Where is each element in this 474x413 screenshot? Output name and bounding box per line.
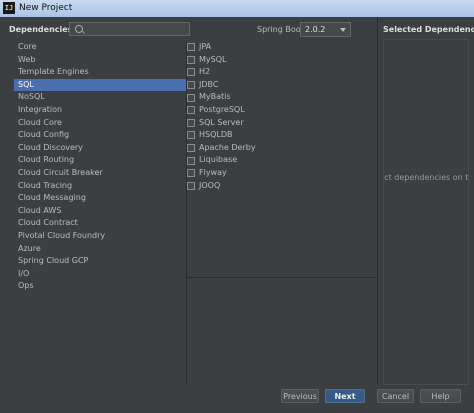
category-item[interactable]: Integration bbox=[14, 104, 186, 117]
dependency-item[interactable]: JOOQ bbox=[187, 180, 375, 193]
category-item[interactable]: Cloud Config bbox=[14, 129, 186, 142]
dependency-label: MyBatis bbox=[199, 92, 231, 102]
dependency-item[interactable]: Liquibase bbox=[187, 154, 375, 167]
category-item[interactable]: Cloud Messaging bbox=[14, 192, 186, 205]
dependency-item[interactable]: JDBC bbox=[187, 79, 375, 92]
previous-button[interactable]: Previous bbox=[281, 389, 319, 403]
dependency-item[interactable]: SQL Server bbox=[187, 117, 375, 130]
dependency-item[interactable]: MySQL bbox=[187, 54, 375, 67]
category-item[interactable]: Web bbox=[14, 54, 186, 67]
dependency-item[interactable]: HSQLDB bbox=[187, 129, 375, 142]
search-icon bbox=[75, 25, 83, 33]
category-item[interactable]: Cloud Routing bbox=[14, 154, 186, 167]
dependency-label: Apache Derby bbox=[199, 142, 256, 152]
dependency-checkbox[interactable] bbox=[187, 131, 195, 140]
dependency-label: JOOQ bbox=[199, 180, 221, 190]
dependency-label: SQL Server bbox=[199, 117, 244, 127]
app-icon: IJ bbox=[3, 2, 15, 14]
category-item[interactable]: Cloud Contract bbox=[14, 217, 186, 230]
dependency-label: MySQL bbox=[199, 54, 227, 64]
spring-boot-version-select[interactable]: 2.0.2 bbox=[300, 22, 351, 37]
button-bar: Previous Next Cancel Help bbox=[0, 386, 474, 413]
dependency-label: HSQLDB bbox=[199, 130, 233, 140]
category-item[interactable]: SQL bbox=[14, 78, 186, 92]
selected-dependencies-panel: Selected Dependencies ıct dependencies o… bbox=[377, 17, 474, 385]
dependency-label: Liquibase bbox=[199, 155, 238, 165]
next-button[interactable]: Next bbox=[325, 389, 365, 403]
dependency-checkbox[interactable] bbox=[187, 81, 195, 90]
chevron-down-icon bbox=[340, 28, 346, 32]
dependency-item[interactable]: JPA bbox=[187, 41, 375, 54]
dependency-list: JPA MySQL H2 JDBC MyBatis PostgreSQL SQL Serve… bbox=[187, 41, 375, 278]
dependency-item[interactable]: Flyway bbox=[187, 167, 375, 180]
category-item[interactable]: I/O bbox=[14, 268, 186, 281]
category-item[interactable]: NoSQL bbox=[14, 91, 186, 104]
spring-boot-label: Spring Boot bbox=[257, 25, 304, 34]
dependency-checkbox[interactable] bbox=[187, 156, 195, 165]
dependency-label: JPA bbox=[199, 42, 212, 51]
category-item[interactable]: Pivotal Cloud Foundry bbox=[14, 230, 186, 243]
selected-dependencies-title: Selected Dependencies bbox=[383, 25, 474, 34]
window-title: New Project bbox=[19, 3, 73, 13]
dependency-item[interactable]: PostgreSQL bbox=[187, 104, 375, 117]
search-input[interactable] bbox=[69, 22, 190, 36]
dependency-checkbox[interactable] bbox=[187, 93, 195, 102]
dependency-label: Flyway bbox=[199, 167, 227, 177]
dependency-checkbox[interactable] bbox=[187, 106, 195, 115]
dependencies-label: Dependencies bbox=[9, 25, 73, 34]
dependency-panel: JPA MySQL H2 JDBC MyBatis PostgreSQL SQL Serve… bbox=[187, 41, 375, 384]
category-item[interactable]: Cloud AWS bbox=[14, 205, 186, 218]
category-item[interactable]: Spring Cloud GCP bbox=[14, 255, 186, 268]
cancel-button[interactable]: Cancel bbox=[377, 389, 414, 403]
dependency-item[interactable]: Apache Derby bbox=[187, 142, 375, 155]
category-list: Core Web Template Engines SQL NoSQL Integrati… bbox=[14, 41, 187, 384]
spring-boot-version-value: 2.0.2 bbox=[305, 25, 326, 34]
dependency-checkbox[interactable] bbox=[187, 181, 195, 190]
selected-dependencies-box: ıct dependencies on the bbox=[383, 39, 469, 385]
category-item[interactable]: Cloud Tracing bbox=[14, 180, 186, 193]
category-item[interactable]: Cloud Core bbox=[14, 117, 186, 130]
selected-dependencies-empty-text: ıct dependencies on the bbox=[384, 173, 469, 182]
dependency-checkbox[interactable] bbox=[187, 144, 195, 153]
dependency-item[interactable]: MyBatis bbox=[187, 91, 375, 104]
category-item[interactable]: Cloud Circuit Breaker bbox=[14, 167, 186, 180]
dependency-checkbox[interactable] bbox=[187, 118, 195, 127]
category-item[interactable]: Ops bbox=[14, 280, 186, 293]
dependency-label: PostgreSQL bbox=[199, 104, 245, 114]
help-button[interactable]: Help bbox=[420, 389, 461, 403]
category-item[interactable]: Core bbox=[14, 41, 186, 54]
dependency-checkbox[interactable] bbox=[187, 43, 195, 52]
category-item[interactable]: Template Engines bbox=[14, 66, 186, 79]
dependency-label: JDBC bbox=[199, 79, 219, 89]
dialog-body: Dependencies Spring Boot 2.0.2 Core Web Te… bbox=[0, 17, 474, 413]
category-item[interactable]: Azure bbox=[14, 243, 186, 256]
dependency-checkbox[interactable] bbox=[187, 169, 195, 178]
title-bar: IJ New Project bbox=[0, 0, 474, 18]
dependency-item[interactable]: H2 bbox=[187, 66, 375, 79]
dependency-checkbox[interactable] bbox=[187, 68, 195, 77]
dependency-checkbox[interactable] bbox=[187, 55, 195, 64]
dependency-label: H2 bbox=[199, 67, 211, 77]
category-item[interactable]: Cloud Discovery bbox=[14, 142, 186, 155]
